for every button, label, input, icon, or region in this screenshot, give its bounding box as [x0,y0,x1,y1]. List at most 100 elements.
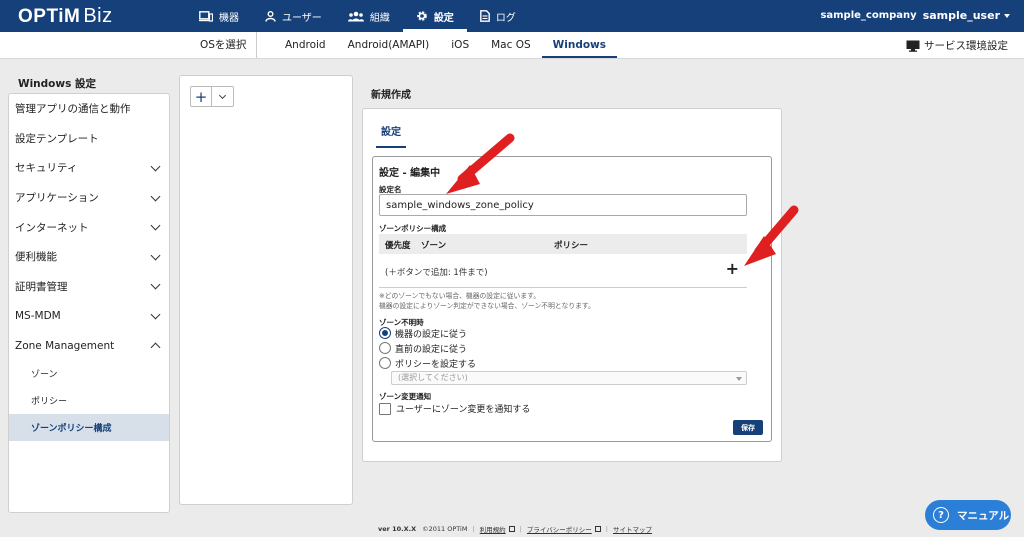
question-icon: ? [933,507,949,523]
organization-icon [347,11,364,21]
sidebar-item-app-communication[interactable]: 管理アプリの通信と動作 [9,94,169,124]
os-select-label: OSを選択 [200,32,258,58]
terms-link[interactable]: 利用規約 [480,524,506,534]
os-bar: OSを選択 Android Android(AMAPI) iOS Mac OS … [0,32,1024,59]
empty-row-text: (＋ボタンで追加: 1件まで) [385,268,488,278]
service-settings-link[interactable]: サービス環境設定 [906,38,1008,53]
sidebar-item-internet[interactable]: インターネット [9,212,169,242]
external-link-icon [594,526,601,532]
main-nav: 機器 ユーザー 組織 設定 ログ [186,0,529,32]
zone-table-header: 優先度 ゾーン ポリシー [379,234,747,254]
divider: | [519,525,522,533]
annotation-arrow-icon [744,205,799,266]
sidebar-subitem-zone-policy[interactable]: ゾーンポリシー構成 [9,414,169,442]
radio-button[interactable] [379,342,391,354]
save-button[interactable]: 保存 [733,420,763,435]
tab-macos[interactable]: Mac OS [480,32,542,58]
note-line-2: 機器の設定によりゾーン判定ができない場合、ゾーン不明となります。 [379,302,595,310]
version-text: ver 10.X.X [378,525,417,533]
sitemap-link[interactable]: サイトマップ [613,524,652,534]
note-line-1: ※どのゾーンでもない場合、機器の設定に従います。 [379,292,541,300]
manual-label: マニュアル [957,509,1010,522]
chevron-down-icon [150,161,161,172]
radio-set-policy[interactable]: ポリシーを設定する [379,356,476,370]
tab-android-amapi[interactable]: Android(AMAPI) [337,32,441,58]
sidebar-item-label: 設定テンプレート [15,132,99,145]
radio-follow-previous[interactable]: 直前の設定に従う [379,341,467,355]
logo-suffix: Biz [83,5,113,27]
company-name: sample_company [820,10,917,21]
sidebar-item-label: 便利機能 [15,251,57,264]
log-icon [479,10,490,22]
sidebar-item-label: MS-MDM [15,309,61,322]
monitor-icon [906,40,920,52]
policy-select[interactable]: (選択してください) [391,371,747,385]
divider: | [472,525,475,533]
tab-windows[interactable]: Windows [541,32,618,58]
radio-button[interactable] [379,357,391,369]
chevron-up-icon [150,342,161,352]
sidebar-item-security[interactable]: セキュリティ [9,153,169,183]
sidebar-item-label: 管理アプリの通信と動作 [15,103,131,116]
sidebar-item-label: セキュリティ [15,162,78,175]
add-zone-button[interactable]: + [726,259,739,278]
radio-button-selected[interactable] [379,327,391,339]
sidebar-subitem-zone[interactable]: ゾーン [9,360,169,387]
nav-settings[interactable]: 設定 [402,0,467,32]
nav-users[interactable]: ユーザー [252,0,335,32]
manual-button[interactable]: ? マニュアル [925,500,1011,530]
optim-biz-logo[interactable]: OPTiM Biz [18,5,113,28]
copyright-text: ©2011 OPTiM [422,525,468,533]
privacy-link[interactable]: プライバシーポリシー [527,524,592,534]
sidebar-item-templates[interactable]: 設定テンプレート [9,124,169,154]
os-tabs: Android Android(AMAPI) iOS Mac OS Window… [274,32,618,58]
tab-android[interactable]: Android [274,32,337,58]
sidebar-item-certificates[interactable]: 証明書管理 [9,272,169,302]
sidebar-item-zone-management[interactable]: Zone Management [9,331,169,361]
footer: ver 10.X.X ©2011 OPTiM | 利用規約 | プライバシーポリ… [378,524,652,534]
tab-ios[interactable]: iOS [440,32,480,58]
zone-change-notify-label: ゾーン変更通知 [379,392,432,401]
sidebar-item-label: インターネット [15,221,89,234]
zone-policy-label: ゾーンポリシー構成 [379,224,447,233]
nav-organization-label: 組織 [369,12,390,24]
radio-follow-device[interactable]: 機器の設定に従う [379,326,467,340]
notify-checkbox[interactable] [379,402,391,415]
chevron-down-icon [150,279,161,290]
nav-logs[interactable]: ログ [467,0,529,32]
sidebar: 管理アプリの通信と動作 設定テンプレート セキュリティ アプリケーション インタ… [8,93,170,513]
chevron-down-icon [150,250,161,261]
notify-checkbox-row[interactable]: ユーザーにゾーン変更を通知する [379,402,530,415]
settings-card: 設定 設定 - 編集中 設定名 ゾーンポリシー構成 優先度 ゾーン ポリシー (… [362,108,782,462]
user-name: sample_user [922,9,1000,22]
sidebar-item-label: Zone Management [15,339,115,352]
account-menu[interactable]: sample_company sample_user [820,9,1010,22]
sidebar-item-applications[interactable]: アプリケーション [9,183,169,213]
page-title: 新規作成 [371,90,411,101]
tab-settings[interactable]: 設定 [376,121,406,148]
plus-icon: + [194,87,208,106]
sidebar-title: Windows 設定 [18,78,96,90]
edit-title: 設定 - 編集中 [379,168,441,179]
radio-label: ポリシーを設定する [395,359,477,370]
chevron-down-icon [150,220,161,231]
device-icon [199,10,213,22]
sidebar-item-utilities[interactable]: 便利機能 [9,242,169,272]
column-zone: ゾーン [421,241,447,251]
chevron-down-icon [150,191,161,202]
sidebar-item-label: アプリケーション [15,192,99,205]
setting-name-field[interactable] [379,194,747,216]
annotation-arrow-icon [446,133,515,194]
add-dropdown-button[interactable] [212,87,233,106]
policy-list-panel: + [179,75,353,505]
sidebar-subitem-policy[interactable]: ポリシー [9,387,169,414]
external-link-icon [508,526,515,532]
sidebar-item-ms-mdm[interactable]: MS-MDM [9,301,169,331]
gear-icon [417,11,427,21]
nav-devices-label: 機器 [219,12,239,24]
nav-devices[interactable]: 機器 [186,0,252,32]
add-button[interactable]: + [191,87,212,106]
nav-organization[interactable]: 組織 [335,0,403,32]
edit-box: 設定 - 編集中 設定名 ゾーンポリシー構成 優先度 ゾーン ポリシー (＋ボタ… [372,156,772,442]
user-icon [265,10,276,22]
